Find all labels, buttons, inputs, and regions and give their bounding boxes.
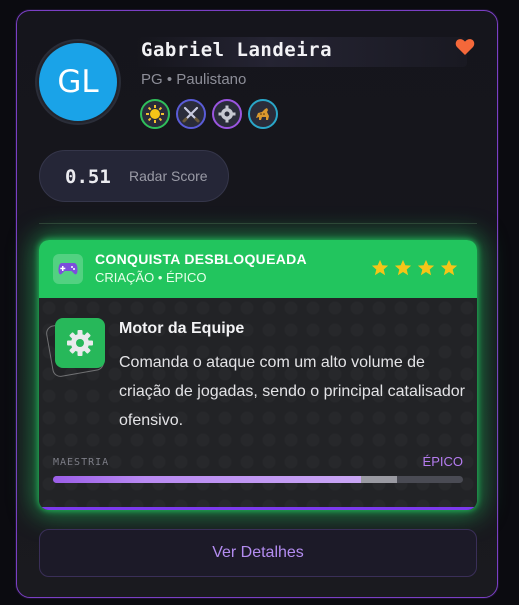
gamepad-icon [53,254,83,284]
player-name: Gabriel Landeira [141,39,333,61]
gear-icon [55,318,105,368]
star-icon [394,259,412,276]
player-position: PG [141,71,163,88]
star-icon [417,259,435,276]
achievement-header: CONQUISTA DESBLOQUEADA CRIAÇÃO • ÉPICO [39,240,477,298]
mastery-level: ÉPICO [422,454,463,469]
radar-score-label: Radar Score [129,168,208,184]
achievement-accent-line [39,507,477,510]
avatar: GL [37,41,119,123]
view-details-button[interactable]: Ver Detalhes [39,529,477,577]
mastery-label: MAESTRIA [53,457,110,468]
divider [39,223,477,224]
achievement-category: CRIAÇÃO • ÉPICO [95,270,207,285]
star-icon [371,259,389,276]
achievement-header-title: CONQUISTA DESBLOQUEADA [95,251,307,267]
star-icon [440,259,458,276]
favorite-button[interactable] [453,35,477,59]
radar-score-value: 0.51 [65,166,111,188]
achievement-name: Motor da Equipe [119,320,245,337]
crossed-swords-badge-icon[interactable] [176,99,206,129]
avatar-initials: GL [57,64,99,100]
radar-score-pill: 0.51 Radar Score [39,150,229,202]
player-card: GL Gabriel Landeira PG • Paulistano 0.51… [16,10,498,598]
sun-badge-icon[interactable] [140,99,170,129]
badge-row [140,99,278,129]
mastery-progress-bar [53,476,463,483]
mastery-progress-highlight [360,476,398,483]
subtitle-separator: • [166,71,173,88]
achievement-description: Comanda o ataque com um alto volume de c… [119,354,465,429]
star-rating [371,259,458,277]
gear-badge-icon[interactable] [212,99,242,129]
mastery-progress-fill [53,476,361,483]
player-subtitle: PG • Paulistano [141,71,246,88]
achievement-body: Motor da Equipe Comanda o ataque com um … [39,298,477,510]
cheetah-badge-icon[interactable] [248,99,278,129]
achievement-card: CONQUISTA DESBLOQUEADA CRIAÇÃO • ÉPICO M… [39,240,477,510]
heart-icon [455,39,475,55]
player-team: Paulistano [176,71,247,88]
